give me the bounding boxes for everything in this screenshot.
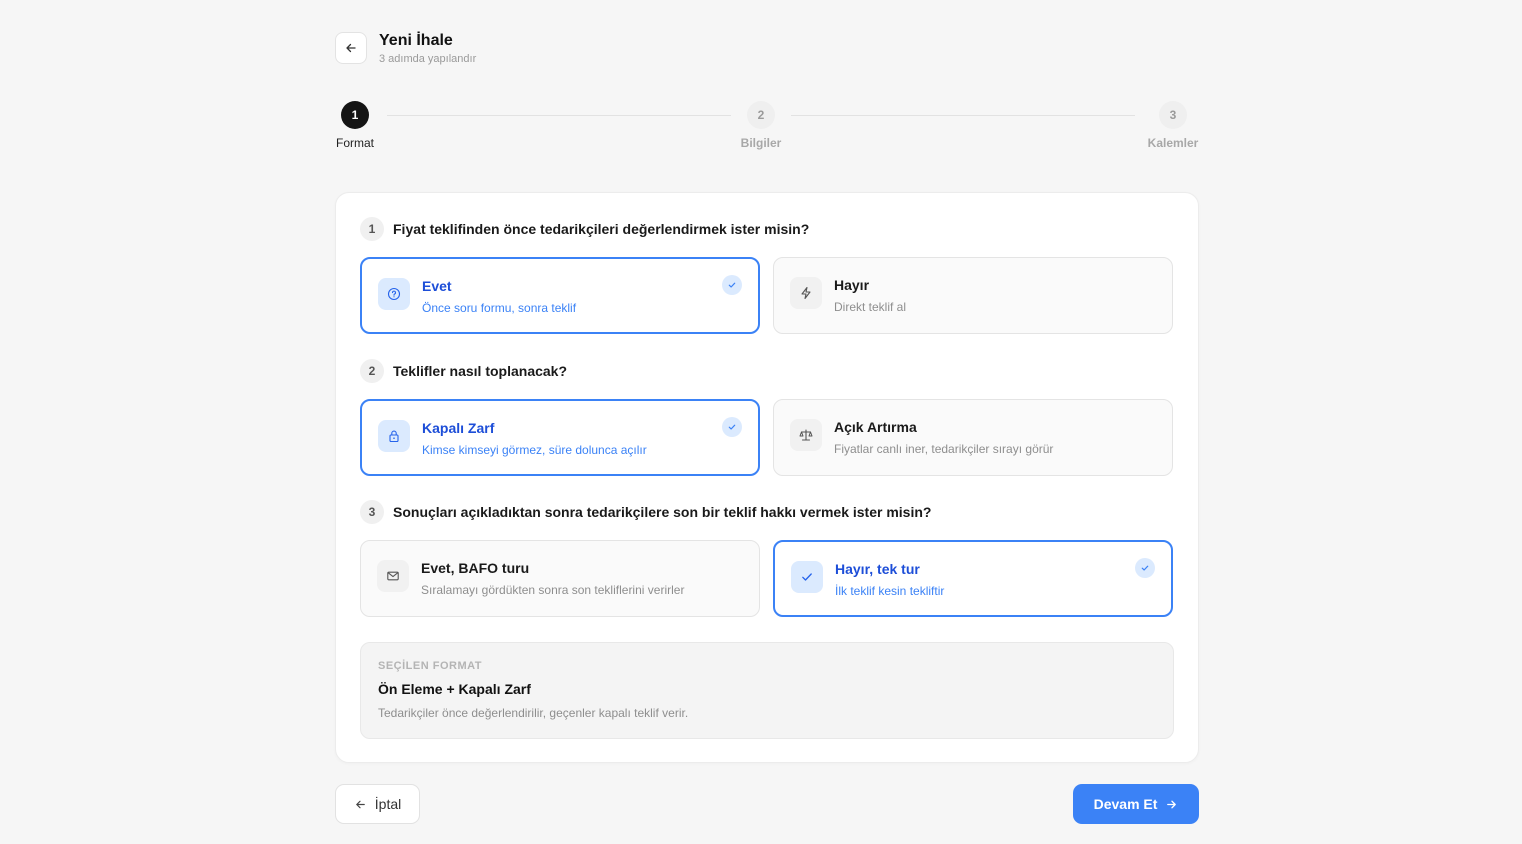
stepper: 1 Format 2 Bilgiler 3 Kalemler	[335, 101, 1199, 161]
option-hayir[interactable]: Hayır Direkt teklif al	[773, 257, 1173, 334]
check-icon	[1135, 558, 1155, 578]
step-connector	[387, 115, 731, 116]
question-circle-icon	[378, 278, 410, 310]
arrow-right-icon	[1167, 800, 1177, 808]
scale-icon	[790, 419, 822, 451]
step-connector	[791, 115, 1135, 116]
page-header: Yeni İhale 3 adımda yapılandır	[335, 32, 1199, 72]
option-title: Hayır	[834, 277, 870, 293]
question-number: 1	[360, 217, 384, 241]
option-acik-artirma[interactable]: Açık Artırma Fiyatlar canlı iner, tedari…	[773, 399, 1173, 476]
option-bafo[interactable]: Evet, BAFO turu Sıralamayı gördükten son…	[360, 540, 760, 617]
check-icon	[791, 561, 823, 593]
lock-icon	[378, 420, 410, 452]
selected-format-summary: SEÇİLEN FORMAT Ön Eleme + Kapalı Zarf Te…	[360, 642, 1174, 739]
summary-desc: Tedarikçiler önce değerlendirilir, geçen…	[378, 706, 689, 720]
option-desc: Direkt teklif al	[834, 300, 907, 314]
page-title: Yeni İhale	[379, 32, 453, 49]
envelope-icon	[377, 560, 409, 592]
option-tek-tur[interactable]: Hayır, tek tur İlk teklif kesin teklifti…	[773, 540, 1173, 617]
check-icon	[722, 417, 742, 437]
step-kalemler[interactable]: 3 Kalemler	[1148, 101, 1198, 150]
step-label: Kalemler	[1147, 136, 1199, 150]
step-label: Format	[335, 136, 374, 150]
wizard: Yeni İhale 3 adımda yapılandır 1 Format …	[335, 32, 1199, 824]
question-text: Sonuçları açıkladıktan sonra tedarikçile…	[393, 504, 932, 520]
arrow-left-icon	[346, 43, 356, 53]
question-3: 3 Sonuçları açıkladıktan sonra tedarikçi…	[360, 500, 931, 524]
step-number: 1	[341, 101, 369, 129]
option-kapali-zarf[interactable]: Kapalı Zarf Kimse kimseyi görmez, süre d…	[360, 399, 760, 476]
option-title: Evet, BAFO turu	[421, 560, 530, 576]
option-desc: Sıralamayı gördükten sonra son teklifler…	[421, 583, 685, 597]
option-evet[interactable]: Evet Önce soru formu, sonra teklif	[360, 257, 760, 334]
question-1: 1 Fiyat teklifinden önce tedarikçileri d…	[360, 217, 809, 241]
continue-button[interactable]: Devam Et	[1073, 784, 1199, 824]
option-desc: Önce soru formu, sonra teklif	[422, 301, 577, 315]
cancel-button[interactable]: İptal	[335, 784, 420, 824]
cancel-label: İptal	[374, 796, 402, 812]
question-text: Fiyat teklifinden önce tedarikçileri değ…	[393, 221, 810, 237]
option-desc: Fiyatlar canlı iner, tedarikçiler sırayı…	[834, 442, 1054, 456]
lightning-icon	[790, 277, 822, 309]
option-title: Hayır, tek tur	[835, 561, 920, 577]
back-button[interactable]	[335, 32, 367, 64]
page-subtitle: 3 adımda yapılandır	[379, 53, 477, 65]
option-title: Kapalı Zarf	[422, 420, 495, 436]
step-format[interactable]: 1 Format	[335, 101, 375, 150]
step-number: 2	[747, 101, 775, 129]
arrow-left-icon	[355, 800, 365, 808]
summary-label: SEÇİLEN FORMAT	[378, 660, 482, 672]
question-text: Teklifler nasıl toplanacak?	[393, 363, 568, 379]
step-label: Bilgiler	[740, 136, 782, 150]
question-2: 2 Teklifler nasıl toplanacak?	[360, 359, 567, 383]
option-title: Açık Artırma	[834, 419, 917, 435]
step-number: 3	[1159, 101, 1187, 129]
question-number: 3	[360, 500, 384, 524]
step-bilgiler[interactable]: 2 Bilgiler	[741, 101, 781, 150]
option-desc: Kimse kimseyi görmez, süre dolunca açılı…	[422, 443, 647, 457]
option-title: Evet	[422, 278, 452, 294]
question-number: 2	[360, 359, 384, 383]
option-desc: İlk teklif kesin tekliftir	[835, 584, 945, 598]
format-card: 1 Fiyat teklifinden önce tedarikçileri d…	[335, 192, 1199, 763]
check-icon	[722, 275, 742, 295]
continue-label: Devam Et	[1093, 796, 1158, 812]
summary-title: Ön Eleme + Kapalı Zarf	[378, 681, 531, 697]
